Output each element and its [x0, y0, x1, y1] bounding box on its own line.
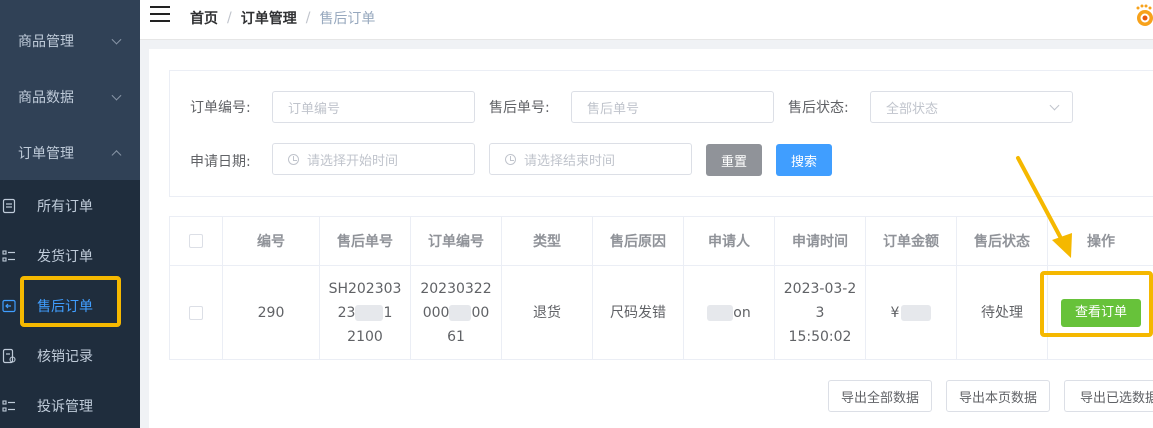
order-no-part: 000 — [422, 304, 450, 321]
breadcrumb-home[interactable]: 首页 — [190, 8, 218, 28]
cell-apply-time: 2023-03-2 3 15:50:02 — [775, 266, 866, 359]
chevron-down-icon — [1049, 100, 1060, 111]
after-sale-no-label: 售后单号: — [489, 100, 550, 116]
highlight-box — [20, 276, 121, 327]
applicant-suffix: on — [733, 304, 751, 321]
column-header: 操作 — [1048, 217, 1153, 266]
after-sale-no-input[interactable]: 售后单号 — [571, 91, 774, 123]
sidebar-item-label: 投诉管理 — [37, 399, 93, 415]
column-header[interactable]: 订单金额 — [866, 217, 957, 266]
after-no-part: 1 — [383, 304, 393, 321]
cell-applicant: on — [684, 266, 775, 359]
export-all-button[interactable]: 导出全部数据 — [828, 380, 932, 412]
export-selected-button[interactable]: 导出已选数据 — [1064, 380, 1153, 412]
sidebar: 商品管理 商品数据 订单管理 所有订单 发货订单 售后订单 核销记录 投诉管理 — [0, 0, 140, 428]
cell-type: 退货 — [502, 266, 593, 359]
menu-label: 订单管理 — [18, 146, 74, 162]
cell-after-sale-no: SH202303 23 1 2100 — [320, 266, 411, 359]
search-button[interactable]: 搜索 — [776, 144, 832, 176]
clock-icon — [505, 153, 516, 165]
end-date-picker[interactable]: 请选择结束时间 — [489, 143, 692, 175]
column-header[interactable]: 订单编号 — [411, 217, 502, 266]
order-no-label: 订单编号: — [190, 100, 251, 116]
menu-order-management[interactable]: 订单管理 — [0, 125, 140, 181]
breadcrumb-order-management[interactable]: 订单管理 — [241, 8, 297, 28]
sidebar-item-complaints[interactable]: 投诉管理 — [0, 381, 140, 428]
column-header[interactable]: 申请时间 — [775, 217, 866, 266]
after-sale-no-placeholder: 售后单号 — [587, 101, 640, 117]
cell-amount: ¥ — [866, 266, 957, 359]
after-sale-table: 编号 售后单号 订单编号 类型 售后原因 申请人 申请时间 订单金额 售后状态 … — [169, 216, 1153, 360]
column-header[interactable]: 售后单号 — [320, 217, 411, 266]
breadcrumb-separator: / — [305, 10, 311, 26]
status-select-value: 全部状态 — [886, 101, 939, 117]
chevron-up-icon — [111, 150, 122, 161]
list-icon — [2, 250, 15, 262]
cell-id: 290 — [223, 266, 320, 359]
column-header[interactable]: 编号 — [223, 217, 320, 266]
start-date-picker[interactable]: 请选择开始时间 — [272, 143, 475, 175]
menu-product-management[interactable]: 商品管理 — [0, 13, 140, 69]
apply-time-part: 2023-03-2 — [783, 280, 857, 297]
chevron-down-icon — [111, 34, 122, 45]
reset-button[interactable]: 重置 — [706, 144, 762, 176]
sidebar-item-shipping-orders[interactable]: 发货订单 — [0, 231, 140, 281]
top-navbar: 首页 / 订单管理 / 售后订单 — [140, 0, 1153, 40]
sidebar-item-label: 发货订单 — [37, 249, 93, 265]
column-header[interactable]: 类型 — [502, 217, 593, 266]
header-checkbox-cell — [170, 217, 223, 266]
select-all-checkbox[interactable] — [189, 234, 203, 248]
cell-order-no: 20230322 000 00 61 — [411, 266, 502, 359]
currency-symbol: ¥ — [890, 304, 900, 321]
order-no-part: 61 — [447, 328, 465, 345]
order-no-part: 20230322 — [420, 280, 492, 297]
column-header[interactable]: 售后状态 — [957, 217, 1048, 266]
sidebar-item-label: 所有订单 — [37, 199, 93, 215]
filter-form — [169, 70, 1153, 197]
after-no-part: SH202303 — [328, 280, 402, 297]
after-no-part: 2100 — [347, 328, 383, 345]
cell-reason: 尺码发错 — [593, 266, 684, 359]
menu-product-data[interactable]: 商品数据 — [0, 69, 140, 125]
end-date-placeholder: 请选择结束时间 — [524, 153, 616, 169]
start-date-placeholder: 请选择开始时间 — [307, 153, 399, 169]
cell-status: 待处理 — [957, 266, 1048, 359]
apply-time-part: 3 15:50:02 — [788, 304, 852, 345]
record-icon — [2, 348, 16, 364]
chevron-down-icon — [111, 90, 122, 101]
sidebar-item-label: 核销记录 — [37, 349, 93, 365]
status-label: 售后状态: — [788, 100, 849, 116]
breadcrumb-separator: / — [227, 10, 232, 26]
row-checkbox[interactable] — [189, 305, 203, 320]
order-no-input[interactable]: 订单编号 — [272, 91, 475, 123]
menu-label: 商品管理 — [18, 34, 74, 50]
document-icon — [2, 198, 16, 214]
row-checkbox-cell — [170, 266, 223, 359]
brand-logo-icon[interactable] — [1133, 3, 1153, 27]
status-select[interactable]: 全部状态 — [870, 91, 1073, 123]
column-header[interactable]: 售后原因 — [593, 217, 684, 266]
date-label: 申请日期: — [190, 154, 251, 170]
export-page-button[interactable]: 导出本页数据 — [946, 380, 1050, 412]
sidebar-item-all-orders[interactable]: 所有订单 — [0, 181, 140, 231]
order-no-part: 00 — [471, 304, 490, 321]
after-no-part: 23 — [337, 304, 356, 321]
menu-label: 商品数据 — [18, 90, 74, 106]
hamburger-icon[interactable] — [150, 6, 170, 22]
list-icon — [2, 400, 15, 412]
clock-icon — [288, 153, 299, 165]
return-icon — [2, 299, 16, 313]
highlight-box — [1040, 271, 1153, 337]
sidebar-item-verification-records[interactable]: 核销记录 — [0, 331, 140, 381]
column-header[interactable]: 申请人 — [684, 217, 775, 266]
breadcrumb-current: 售后订单 — [319, 11, 376, 27]
breadcrumb: 首页 / 订单管理 / 售后订单 — [190, 8, 375, 28]
order-no-placeholder: 订单编号 — [288, 101, 341, 117]
